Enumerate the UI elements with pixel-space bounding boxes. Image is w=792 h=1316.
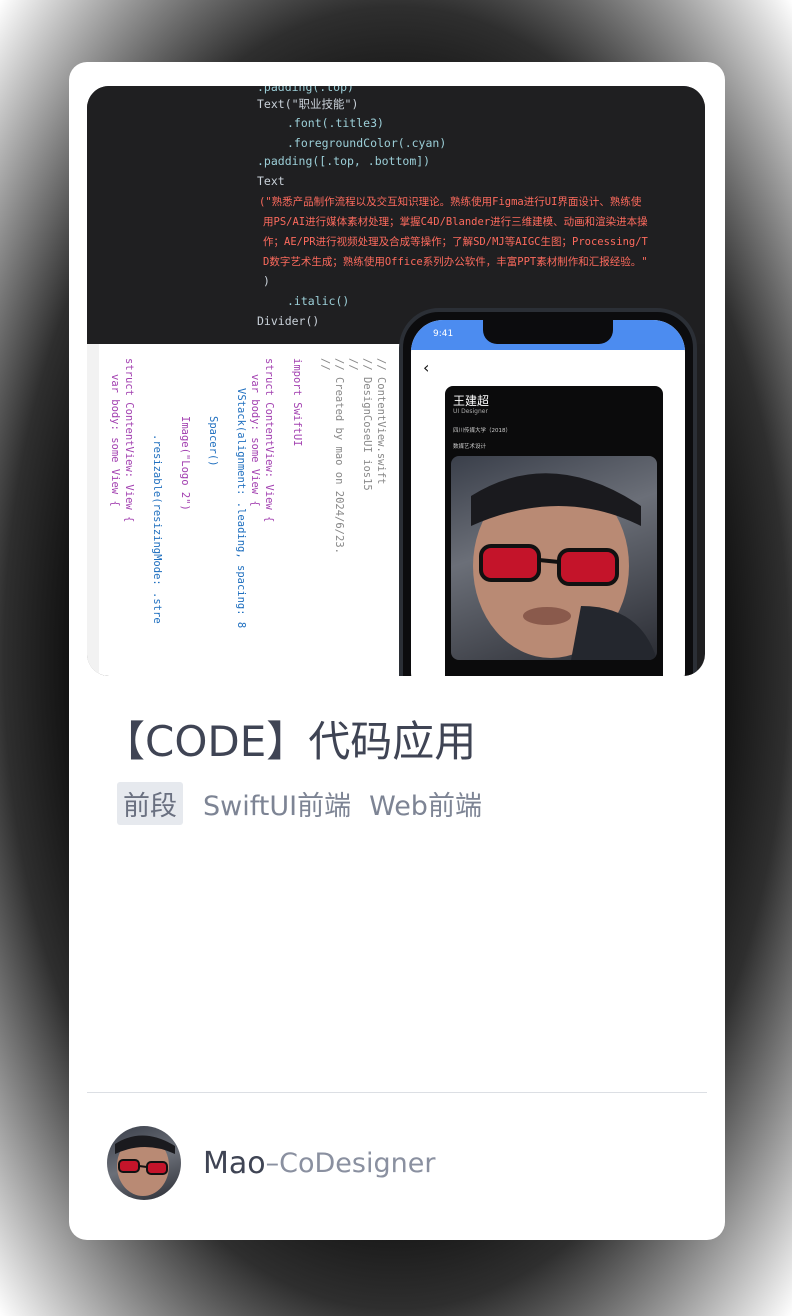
status-time: 9:41 [433,329,454,339]
profile-major: 数媒艺术设计 [453,444,487,450]
code-editor-light: // ContentView.swift // DesignCoseUI ios… [87,344,417,676]
code-line: struct ContentView: View { [263,358,275,523]
code-line: // [347,358,359,371]
code-line: ) [263,274,270,288]
code-line: .padding([.top, .bottom]) [257,154,431,168]
profile-school: 四川传媒大学（2018） [453,428,511,434]
profile-role: UI Designer [453,408,488,415]
code-line: ("熟悉产品制作流程以及交互知识理论。熟练使用Figma进行UI界面设计、熟练使 [259,196,642,208]
profile-card: 王建超 UI Designer 四川传媒大学（2018） 数媒艺术设计 [445,386,663,676]
code-line: Text("职业技能") [257,97,359,111]
phone-screen: 9:41 ‹ 王建超 UI Designer 四川传媒大学（2018） 数媒艺术… [411,320,685,676]
iphone-mockup: 9:41 ‹ 王建超 UI Designer 四川传媒大学（2018） 数媒艺术… [399,308,697,676]
code-line: // Created by mao on 2024/6/23. [333,358,345,554]
portrait-illustration [471,473,657,660]
code-line: VStack(alignment: .leading, spacing: 8 [235,388,247,629]
divider [87,1092,707,1093]
code-line: 作；AE/PR进行视频处理及合成等操作；了解SD/MJ等AIGC生图；Proce… [263,236,648,248]
tag-item[interactable]: Web前端 [369,784,482,823]
code-editor-dark: .padding(.top) Text("职业技能") .font(.title… [87,86,705,344]
code-line: var body: some View { [249,374,261,507]
code-line: .padding(.top) [257,86,354,94]
card-title: 【CODE】代码应用 [103,717,477,766]
phone-notch [483,320,613,344]
cover-image: .padding(.top) Text("职业技能") .font(.title… [87,86,705,676]
code-line: var body: some View { [109,374,121,507]
code-line: import SwiftUI [291,358,303,447]
code-line: Text [257,174,285,188]
code-line: Divider() [257,314,320,328]
code-line: .foregroundColor(.cyan) [287,136,447,150]
author-role: CoDesigner [279,1147,436,1179]
author-name[interactable]: Mao [203,1146,266,1181]
code-line: Image("Logo 2") [179,416,191,511]
code-line: Spacer() [207,416,219,467]
code-line: // DesignCoseUI ios15 [361,358,373,491]
chevron-left-icon: ‹ [423,358,430,377]
author-separator: – [265,1147,280,1179]
tag-item[interactable]: SwiftUI前端 [203,784,351,823]
profile-photo [451,456,657,660]
code-line: .resizable(resizingMode: .stre [151,434,163,624]
code-line: D数字艺术生成；熟练使用Office系列办公软件，丰富PPT素材制作和汇报经验。… [263,256,648,268]
code-line: 用PS/AI进行媒体素材处理；掌握C4D/Blander进行三维建模、动画和渲染… [263,216,648,228]
code-line: // [319,358,331,371]
code-line: // ContentView.swift [375,358,387,485]
avatar-illustration [115,1135,175,1196]
tag-list: 前段 SwiftUI前端 Web前端 [117,781,500,825]
project-card[interactable]: .padding(.top) Text("职业技能") .font(.title… [69,62,725,1240]
tag-primary[interactable]: 前段 [117,781,183,825]
avatar[interactable] [107,1126,181,1200]
code-line: .font(.title3) [287,116,384,130]
code-line: struct ContentView: View { [123,358,135,523]
code-line: .italic() [287,294,350,308]
author-row[interactable]: Mao – CoDesigner [107,1126,435,1200]
line-number-gutter [87,344,99,676]
profile-name: 王建超 [453,394,490,408]
